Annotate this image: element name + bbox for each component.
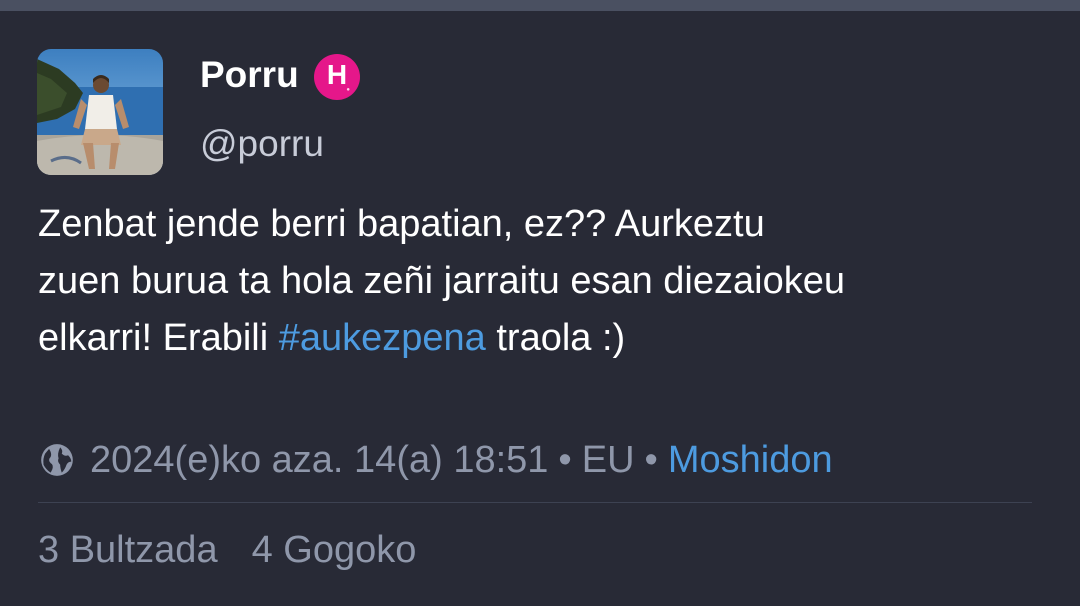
avatar[interactable] bbox=[37, 49, 163, 175]
meta-separator: • bbox=[644, 438, 658, 481]
post-text-line: Zenbat jende berri bapatian, ez?? Aurkez… bbox=[38, 203, 765, 245]
account-handle[interactable]: @porru bbox=[200, 122, 324, 166]
post-content: Zenbat jende berri bapatian, ez?? Aurkez… bbox=[38, 196, 1048, 367]
display-name[interactable]: Porru bbox=[200, 53, 299, 97]
hashtag-link[interactable]: #aukezpena bbox=[279, 317, 486, 359]
post-text-line-last: elkarri! Erabili #aukezpena traola :) bbox=[38, 310, 1048, 367]
post-timestamp: 2024(e)ko aza. 14(a) 18:51 bbox=[90, 438, 549, 481]
badge-mark: ● bbox=[346, 87, 350, 93]
favourites-count[interactable]: 4 Gogoko bbox=[252, 529, 417, 572]
post-meta: 2024(e)ko aza. 14(a) 18:51 • EU • Moshid… bbox=[38, 436, 833, 484]
globe-icon bbox=[41, 444, 73, 476]
post-text-segment: traola :) bbox=[485, 317, 626, 359]
post-text-segment: elkarri! Erabili bbox=[38, 317, 279, 359]
post-text-line: zuen burua ta hola zeñi jarraitu esan di… bbox=[38, 260, 845, 302]
boosts-count[interactable]: 3 Bultzada bbox=[38, 529, 218, 572]
post-language: EU bbox=[581, 438, 635, 481]
top-strip bbox=[0, 0, 1080, 11]
divider bbox=[38, 502, 1032, 503]
client-app-link[interactable]: Moshidon bbox=[668, 439, 833, 482]
instance-logo-icon: H bbox=[326, 59, 348, 90]
avatar-image bbox=[37, 49, 163, 175]
post-stats: 3 Bultzada 4 Gogoko bbox=[38, 526, 416, 574]
instance-badge: H ● bbox=[314, 54, 360, 100]
meta-separator: • bbox=[558, 438, 572, 481]
